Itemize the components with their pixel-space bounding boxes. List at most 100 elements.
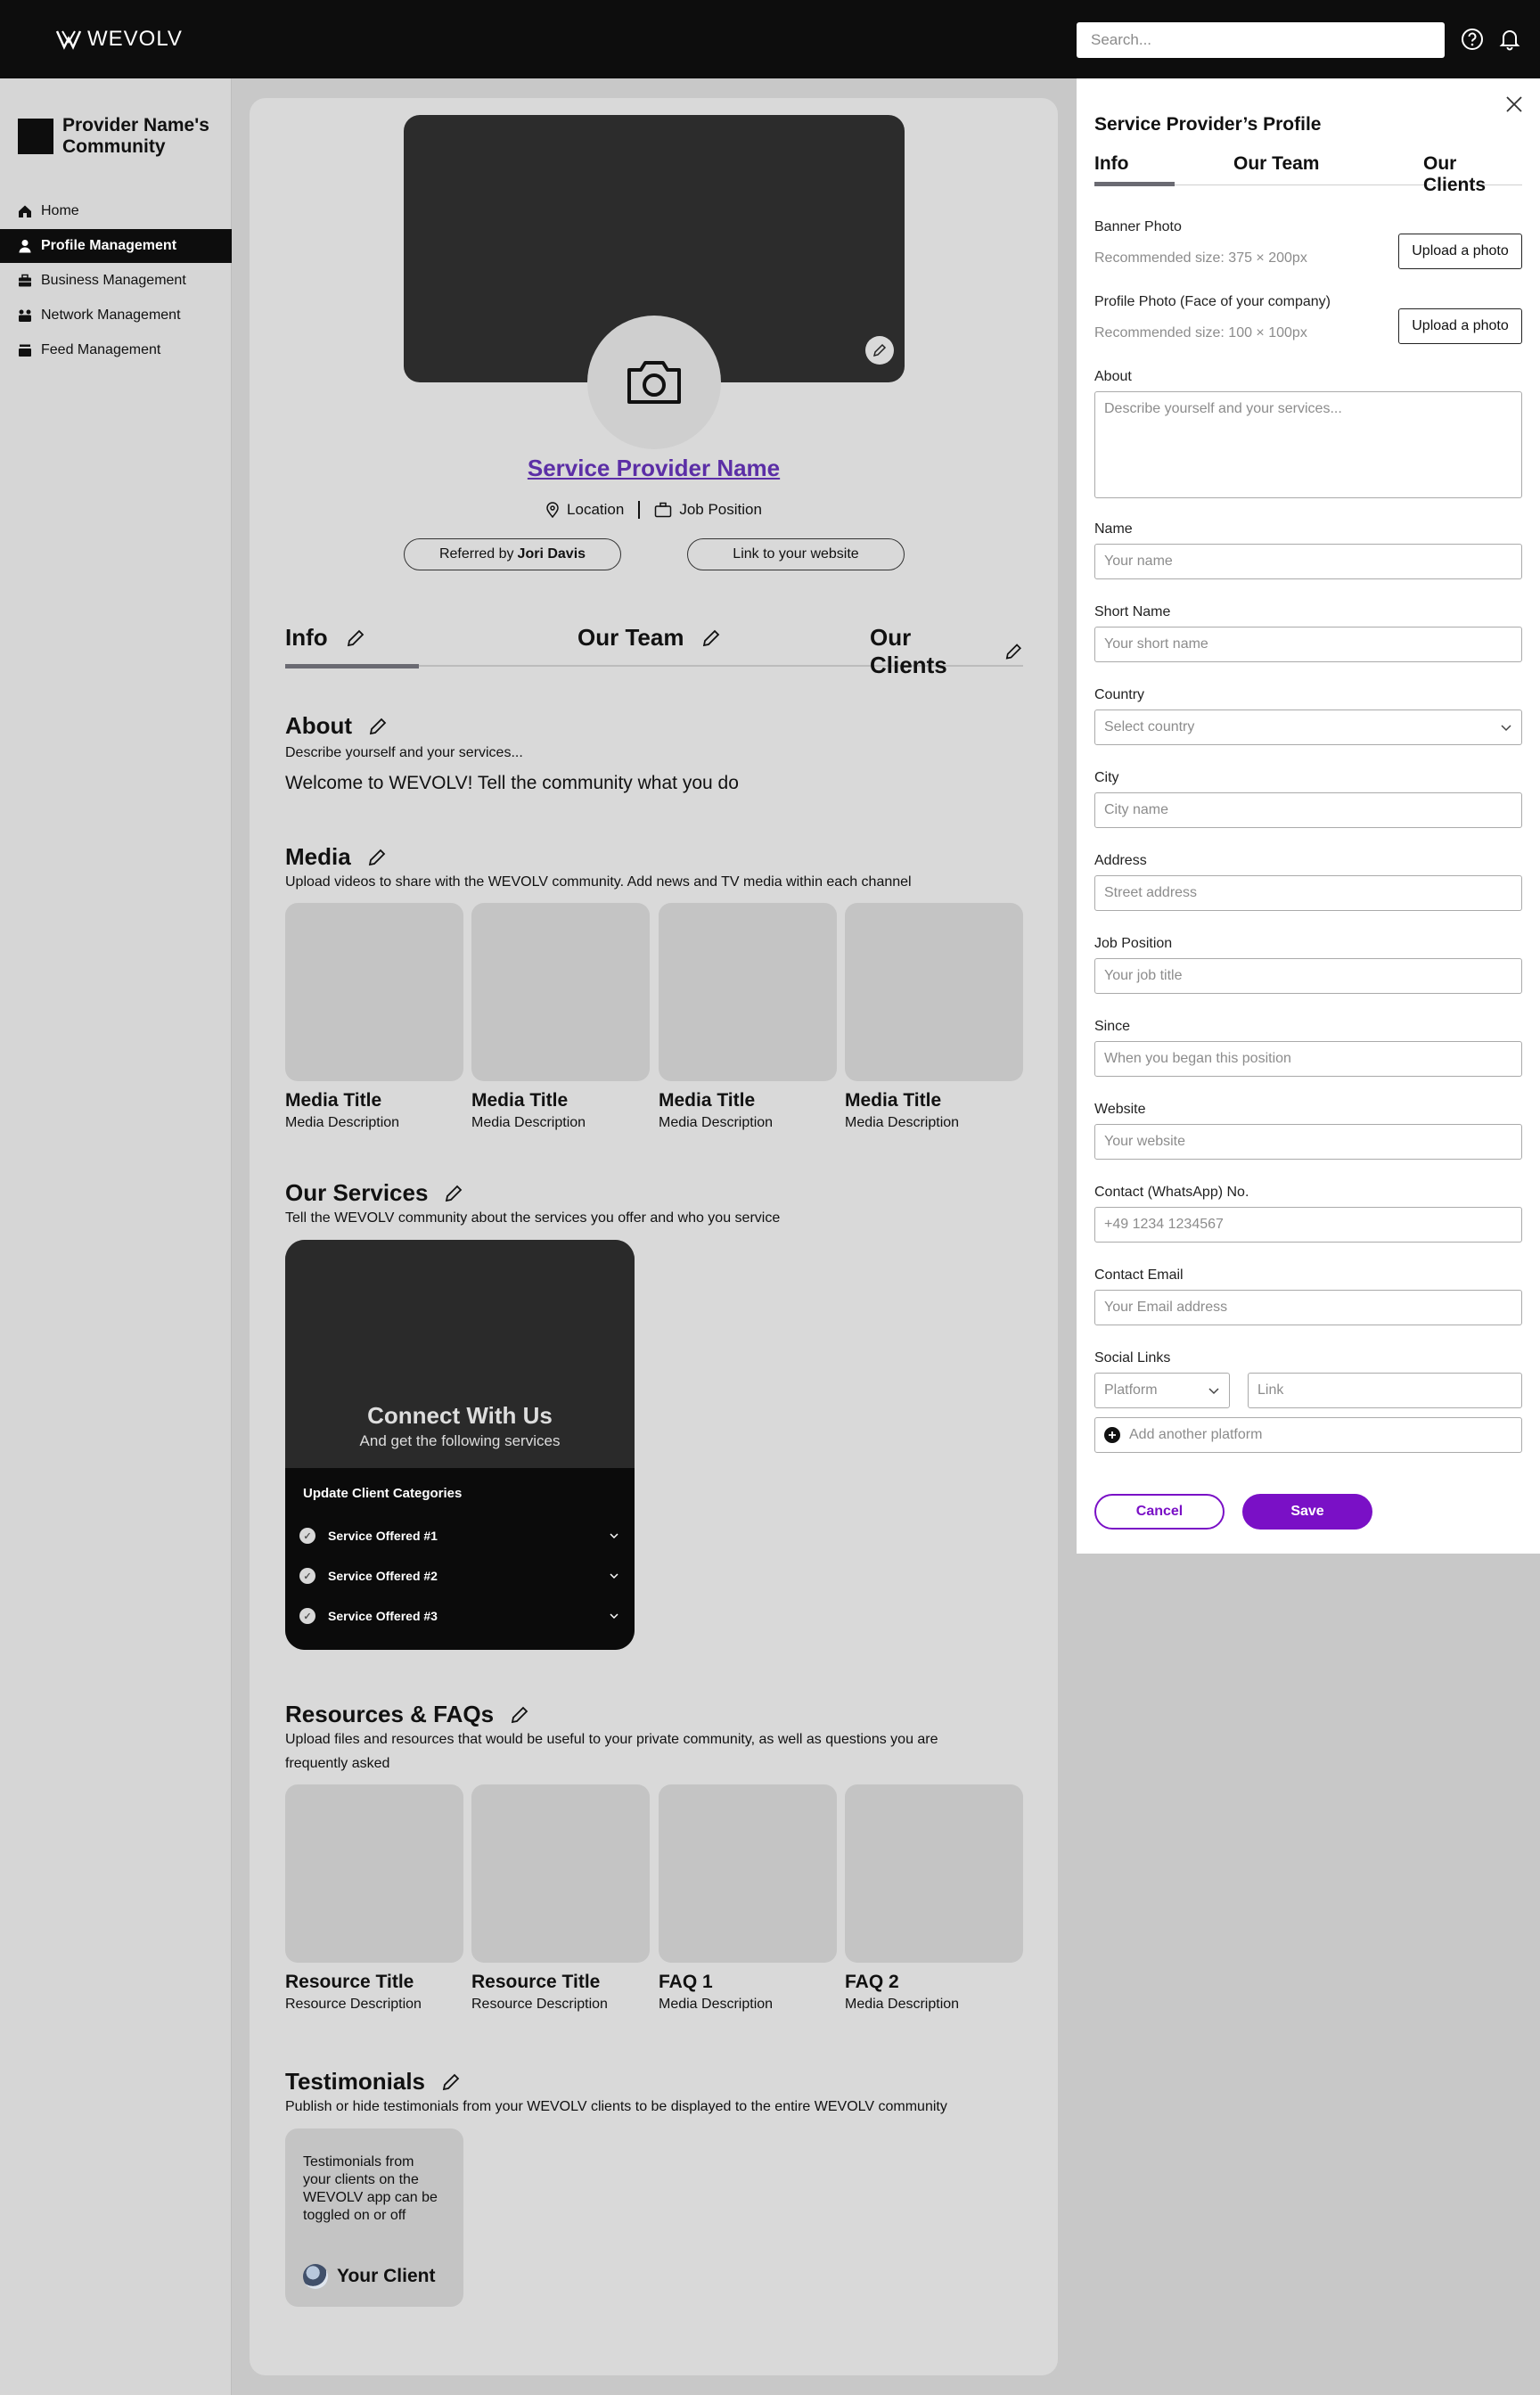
name-label: Name bbox=[1094, 521, 1133, 537]
contact-number-field[interactable]: +49 1234 1234567 bbox=[1094, 1207, 1522, 1243]
website-label: Website bbox=[1094, 1102, 1146, 1117]
section-title-text: Media bbox=[285, 843, 351, 870]
faq-tile[interactable] bbox=[659, 1784, 837, 1963]
media-tile[interactable] bbox=[659, 903, 837, 1081]
media-desc: Media Description bbox=[285, 1115, 400, 1130]
sidebar-item-home[interactable]: Home bbox=[0, 194, 232, 228]
panel-tab-our-clients[interactable]: Our Clients bbox=[1423, 153, 1522, 196]
cancel-button[interactable]: Cancel bbox=[1094, 1494, 1225, 1530]
check-icon: ✓ bbox=[299, 1528, 315, 1544]
add-platform-button[interactable]: Add another platform bbox=[1094, 1417, 1522, 1453]
profile-tabs: Info Our Team Our Clients bbox=[285, 624, 1023, 678]
location-pin-icon bbox=[546, 502, 559, 518]
plus-circle-icon bbox=[1104, 1427, 1120, 1443]
platform-select[interactable]: Platform bbox=[1094, 1373, 1230, 1408]
profile-meta: Location Job Position bbox=[250, 501, 1058, 519]
about-section-title: About bbox=[285, 712, 388, 740]
job-position-text: Job Position bbox=[679, 501, 762, 518]
faq-desc: Media Description bbox=[659, 1997, 774, 2012]
testimonial-card[interactable]: Testimonials from your clients on the WE… bbox=[285, 2128, 463, 2307]
sidebar-item-network-management[interactable]: Network Management bbox=[0, 299, 232, 332]
media-tile[interactable] bbox=[471, 903, 650, 1081]
sidebar-item-feed-management[interactable]: Feed Management bbox=[0, 333, 232, 367]
section-title-text: About bbox=[285, 712, 353, 739]
help-circle-icon[interactable] bbox=[1460, 27, 1485, 52]
about-label: About bbox=[1094, 369, 1132, 384]
since-field[interactable]: When you began this position bbox=[1094, 1041, 1522, 1077]
panel-tab-our-team[interactable]: Our Team bbox=[1233, 153, 1319, 175]
country-select[interactable]: Select country bbox=[1094, 709, 1522, 745]
active-tab-indicator bbox=[285, 664, 419, 668]
upload-profile-photo-button[interactable]: Upload a photo bbox=[1398, 308, 1522, 344]
panel-tab-info[interactable]: Info bbox=[1094, 153, 1128, 175]
profile-photo[interactable] bbox=[587, 316, 721, 449]
tab-label: Our Team bbox=[578, 624, 684, 651]
sidebar-item-business-management[interactable]: Business Management bbox=[0, 264, 232, 298]
faq-tile[interactable] bbox=[845, 1784, 1023, 1963]
upload-banner-button[interactable]: Upload a photo bbox=[1398, 234, 1522, 269]
tab-our-clients[interactable]: Our Clients bbox=[870, 624, 1023, 679]
website-field[interactable]: Your website bbox=[1094, 1124, 1522, 1160]
pencil-icon[interactable] bbox=[510, 1705, 529, 1725]
contact-email-field[interactable]: Your Email address bbox=[1094, 1290, 1522, 1325]
resource-title: Resource Title bbox=[471, 1972, 601, 1992]
about-text: Welcome to WEVOLV! Tell the community wh… bbox=[285, 773, 739, 793]
add-platform-label: Add another platform bbox=[1129, 1427, 1263, 1442]
service-item[interactable]: ✓ Service Offered #2 bbox=[299, 1565, 620, 1587]
tab-our-team[interactable]: Our Team bbox=[578, 624, 721, 652]
pencil-icon[interactable] bbox=[346, 628, 365, 648]
service-item[interactable]: ✓ Service Offered #1 bbox=[299, 1525, 620, 1546]
profile-photo-label: Profile Photo (Face of your company) bbox=[1094, 294, 1331, 309]
city-field[interactable]: City name bbox=[1094, 792, 1522, 828]
check-icon: ✓ bbox=[299, 1568, 315, 1584]
tab-info[interactable]: Info bbox=[285, 624, 365, 652]
banner-edit-button[interactable] bbox=[865, 336, 894, 365]
address-label: Address bbox=[1094, 853, 1147, 868]
short-name-field[interactable]: Your short name bbox=[1094, 627, 1522, 662]
pencil-icon[interactable] bbox=[701, 628, 721, 648]
website-link-pill[interactable]: Link to your website bbox=[687, 538, 905, 570]
search-input[interactable] bbox=[1077, 22, 1445, 58]
sidebar-item-profile-management[interactable]: Profile Management bbox=[0, 229, 232, 263]
media-tile[interactable] bbox=[285, 903, 463, 1081]
job-position-field[interactable]: Your job title bbox=[1094, 958, 1522, 994]
media-tile[interactable] bbox=[845, 903, 1023, 1081]
bell-icon[interactable] bbox=[1497, 27, 1522, 52]
referred-prefix: Referred by bbox=[438, 546, 514, 562]
sidebar-item-label: Profile Management bbox=[41, 238, 177, 253]
testimonial-text: Testimonials from your clients on the WE… bbox=[303, 2154, 438, 2223]
sidebar-nav: Home Profile Management Business Managem… bbox=[0, 194, 232, 368]
resource-tile[interactable] bbox=[285, 1784, 463, 1963]
wevolv-logo-icon bbox=[55, 30, 82, 50]
save-button[interactable]: Save bbox=[1242, 1494, 1372, 1530]
address-field[interactable]: Street address bbox=[1094, 875, 1522, 911]
country-select-value: Select country bbox=[1104, 719, 1195, 734]
services-card: Connect With Us And get the following se… bbox=[285, 1240, 635, 1650]
wevolv-logo[interactable]: WEVOLV bbox=[55, 27, 183, 52]
provider-name[interactable]: Service Provider Name bbox=[250, 455, 1058, 482]
resource-title: Resource Title bbox=[285, 1972, 414, 1992]
resource-tile[interactable] bbox=[471, 1784, 650, 1963]
media-desc: Media Description bbox=[845, 1115, 960, 1130]
close-icon[interactable] bbox=[1504, 94, 1524, 114]
update-client-categories[interactable]: Update Client Categories bbox=[303, 1486, 462, 1501]
pencil-icon[interactable] bbox=[441, 2072, 461, 2092]
home-icon bbox=[19, 205, 31, 217]
city-label: City bbox=[1094, 770, 1119, 785]
referred-by-pill[interactable]: Referred by Jori Davis bbox=[404, 538, 621, 570]
social-link-field[interactable]: Link bbox=[1248, 1373, 1522, 1408]
pencil-icon[interactable] bbox=[367, 848, 387, 867]
service-item-label: Service Offered #3 bbox=[328, 1609, 438, 1623]
pencil-icon[interactable] bbox=[444, 1184, 463, 1203]
briefcase-icon bbox=[655, 502, 672, 518]
services-description: Tell the WEVOLV community about the serv… bbox=[285, 1210, 781, 1226]
pencil-icon[interactable] bbox=[368, 717, 388, 736]
name-field[interactable]: Your name bbox=[1094, 544, 1522, 579]
service-item[interactable]: ✓ Service Offered #3 bbox=[299, 1605, 620, 1627]
brand-name: WEVOLV bbox=[87, 27, 183, 51]
about-textarea[interactable]: Describe yourself and your services... bbox=[1094, 391, 1522, 498]
faq-title: FAQ 1 bbox=[659, 1972, 713, 1992]
service-item-label: Service Offered #2 bbox=[328, 1569, 438, 1583]
job-position-label: Job Position bbox=[1094, 936, 1173, 951]
pencil-icon[interactable] bbox=[1004, 642, 1023, 661]
